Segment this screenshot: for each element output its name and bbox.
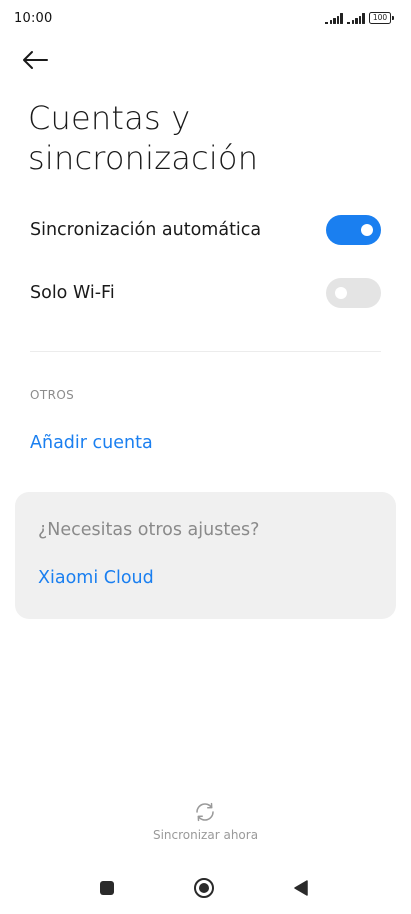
back-nav-button[interactable] xyxy=(289,876,313,900)
battery-level: 100 xyxy=(372,13,388,23)
auto-sync-toggle[interactable] xyxy=(326,215,381,245)
square-icon xyxy=(100,881,114,895)
signal-sim2-icon xyxy=(347,13,365,24)
page-title: Cuentas y sincronización xyxy=(28,99,259,177)
toggle-knob xyxy=(335,287,347,299)
auto-sync-label: Sincronización automática xyxy=(30,220,262,240)
signal-sim1-icon xyxy=(325,13,343,24)
battery-icon: 100 xyxy=(369,12,394,24)
home-button[interactable] xyxy=(192,876,216,900)
add-account-link[interactable]: Añadir cuenta xyxy=(30,433,153,453)
nav-bar xyxy=(0,864,411,914)
status-bar: 10:00 100 xyxy=(0,0,411,36)
section-header-others: OTROS xyxy=(30,388,75,402)
triangle-back-icon xyxy=(294,880,308,896)
sync-now-button[interactable]: Sincronizar ahora xyxy=(130,796,281,848)
arrow-left-icon xyxy=(23,51,48,69)
auto-sync-row[interactable]: Sincronización automática xyxy=(0,200,411,260)
sync-now-label: Sincronizar ahora xyxy=(152,828,259,842)
xiaomi-cloud-link[interactable]: Xiaomi Cloud xyxy=(38,568,154,588)
toggle-knob xyxy=(361,224,373,236)
wifi-only-label: Solo Wi-Fi xyxy=(30,283,115,303)
sync-icon xyxy=(196,802,214,822)
card-question: ¿Necesitas otros ajustes? xyxy=(38,520,260,540)
screen: 10:00 100 Cuentas y sincronización Sincr… xyxy=(0,0,411,914)
divider xyxy=(30,351,381,352)
back-button[interactable] xyxy=(22,44,62,76)
wifi-only-toggle[interactable] xyxy=(326,278,381,308)
status-time: 10:00 xyxy=(14,11,53,26)
more-settings-card: ¿Necesitas otros ajustes? Xiaomi Cloud xyxy=(15,492,396,619)
circle-icon xyxy=(194,878,214,898)
recents-button[interactable] xyxy=(95,876,119,900)
wifi-only-row[interactable]: Solo Wi-Fi xyxy=(0,263,411,323)
